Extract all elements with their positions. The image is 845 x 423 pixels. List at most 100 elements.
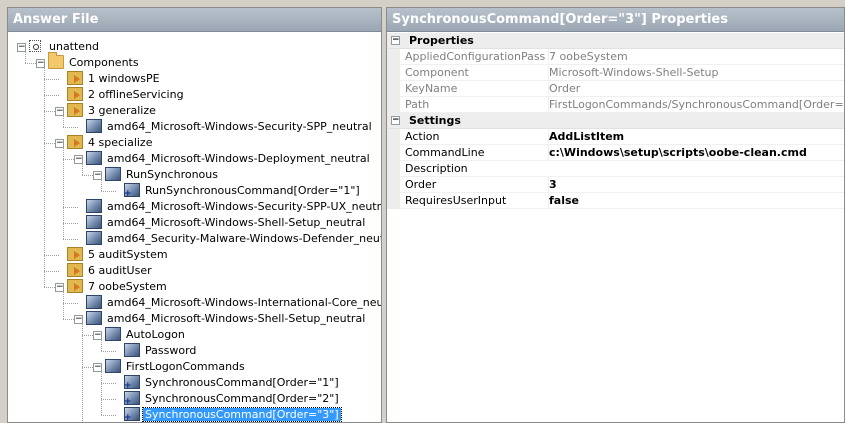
tree-node[interactable]: Components — [48, 52, 141, 71]
property-name: Component — [405, 66, 469, 79]
tree-node-label[interactable]: 4 specialize — [86, 136, 154, 149]
tree-connector — [101, 383, 116, 384]
tree-node-label[interactable]: SynchronousCommand[Order="1"] — [143, 376, 341, 389]
tree-node-label[interactable]: amd64_Microsoft-Windows-International-Co… — [105, 296, 381, 309]
tree-node[interactable]: RunSynchronous — [105, 167, 220, 183]
tree-connector — [44, 271, 59, 272]
tree-node[interactable]: AutoLogon — [105, 327, 187, 343]
collapse-toggle-icon[interactable]: − — [55, 107, 64, 116]
answer-file-tree[interactable]: unattend − Components −1 windowsPE 2 offline… — [8, 33, 381, 422]
collapse-toggle-icon[interactable]: − — [17, 43, 26, 52]
tree-node[interactable]: 6 auditUser — [67, 263, 154, 279]
tree-node-label[interactable]: amd64_Microsoft-Windows-Shell-Setup_neut… — [105, 312, 367, 325]
tree-node-label[interactable]: 2 offlineServicing — [86, 88, 186, 101]
tree-node[interactable]: SynchronousCommand[Order="3"] — [124, 407, 342, 422]
component-icon — [124, 343, 140, 357]
config-pass-icon — [67, 135, 83, 149]
tree-node[interactable]: 5 auditSystem — [67, 247, 170, 263]
tree-node[interactable]: unattend — [29, 39, 101, 55]
row-gutter — [387, 65, 400, 81]
tree-node[interactable]: amd64_Microsoft-Windows-Security-SPP-UX_… — [86, 199, 381, 215]
property-name: Path — [405, 98, 430, 111]
property-grid[interactable]: − Properties AppliedConfigurationPass 7 oob… — [387, 33, 844, 209]
collapse-toggle-icon[interactable]: − — [74, 155, 83, 164]
tree-node[interactable]: SynchronousCommand[Order="2"] — [124, 391, 341, 407]
tree-node-label[interactable]: amd64_Microsoft-Windows-Deployment_neutr… — [105, 152, 372, 165]
tree-node-label[interactable]: FirstLogonCommands — [124, 360, 247, 373]
tree-node-label[interactable]: SynchronousCommand[Order="2"] — [143, 392, 341, 405]
tree-node-label[interactable]: 5 auditSystem — [86, 248, 170, 261]
row-gutter — [387, 129, 400, 145]
component-icon — [105, 327, 121, 341]
tree-node[interactable]: 1 windowsPE — [67, 71, 162, 87]
tree-node-label[interactable]: 7 oobeSystem — [86, 280, 169, 293]
tree-node-label[interactable]: 6 auditUser — [86, 264, 154, 277]
property-row[interactable]: Order 3 — [387, 177, 844, 193]
tree-connector — [101, 399, 116, 400]
collapse-toggle-icon[interactable]: − — [93, 331, 102, 340]
tree-node-label[interactable]: amd64_Security-Malware-Windows-Defender_… — [105, 232, 381, 245]
tree-node[interactable]: FirstLogonCommands — [105, 359, 247, 375]
collapse-toggle-icon[interactable]: − — [93, 171, 102, 180]
tree-node-label[interactable]: AutoLogon — [124, 328, 187, 341]
tree-connector — [63, 116, 64, 127]
tree-node-label[interactable]: amd64_Microsoft-Windows-Security-SPP_neu… — [105, 120, 374, 133]
property-value: Microsoft-Windows-Shell-Setup — [548, 65, 844, 81]
tree-node[interactable]: RunSynchronousCommand[Order="1"] — [124, 183, 362, 199]
tree-node[interactable]: 2 offlineServicing — [67, 87, 186, 103]
property-value[interactable]: AddListItem — [548, 129, 844, 145]
collapse-toggle-icon[interactable]: − — [74, 315, 83, 324]
property-row[interactable]: RequiresUserInput false — [387, 193, 844, 209]
tree-node-label[interactable]: Password — [143, 344, 198, 357]
tree-node-label[interactable]: RunSynchronous — [124, 168, 220, 181]
tree-connector — [63, 127, 78, 128]
tree-node[interactable]: 7 oobeSystem — [67, 279, 169, 295]
config-pass-icon — [67, 87, 83, 101]
collapse-toggle-icon[interactable]: − — [391, 36, 400, 45]
collapse-toggle-icon[interactable]: − — [55, 283, 64, 292]
tree-node[interactable]: Password — [124, 343, 198, 359]
tree-connector — [44, 68, 45, 287]
list-item-icon — [124, 407, 140, 422]
list-item-icon — [124, 391, 140, 407]
tree-node-label[interactable]: Components — [67, 56, 141, 69]
tree-connector — [101, 180, 102, 191]
tree-node[interactable]: 3 generalize — [67, 103, 158, 119]
property-row[interactable]: CommandLine c:\Windows\setup\scripts\oobe… — [387, 145, 844, 161]
row-gutter — [387, 97, 400, 113]
component-icon — [86, 119, 102, 133]
tree-connector — [25, 52, 26, 63]
tree-node-label[interactable]: amd64_Microsoft-Windows-Shell-Setup_neut… — [105, 216, 367, 229]
tree-node-label[interactable]: RunSynchronousCommand[Order="1"] — [143, 184, 362, 197]
property-category[interactable]: − Properties — [387, 33, 844, 49]
property-value[interactable]: 3 — [548, 177, 844, 193]
collapse-toggle-icon[interactable]: − — [391, 116, 400, 125]
property-row[interactable]: Description — [387, 161, 844, 177]
collapse-toggle-icon[interactable]: − — [55, 139, 64, 148]
tree-node-label[interactable]: 3 generalize — [86, 104, 158, 117]
tree-node[interactable]: amd64_Microsoft-Windows-Shell-Setup_neut… — [86, 215, 367, 231]
collapse-toggle-icon[interactable]: − — [36, 59, 45, 68]
tree-connector — [44, 95, 59, 96]
tree-node[interactable]: amd64_Microsoft-Windows-Security-SPP_neu… — [86, 119, 374, 135]
property-value[interactable]: c:\Windows\setup\scripts\oobe-clean.cmd — [548, 145, 844, 161]
tree-node[interactable]: amd64_Microsoft-Windows-Shell-Setup_neut… — [86, 311, 367, 327]
row-gutter — [387, 161, 400, 177]
tree-node[interactable]: amd64_Microsoft-Windows-Deployment_neutr… — [86, 151, 372, 167]
answer-file-pane: Answer File unattend − Components −1 window… — [7, 7, 382, 423]
tree-node-label[interactable]: amd64_Microsoft-Windows-Security-SPP-UX_… — [105, 200, 381, 213]
collapse-toggle-icon[interactable]: − — [93, 363, 102, 372]
tree-node[interactable]: amd64_Microsoft-Windows-International-Co… — [86, 295, 381, 311]
category-label: Properties — [409, 34, 474, 47]
property-row[interactable]: Action AddListItem — [387, 129, 844, 145]
tree-node[interactable]: 4 specialize — [67, 135, 154, 151]
tree-node-label[interactable]: SynchronousCommand[Order="3"] — [142, 407, 342, 422]
property-value: Order — [548, 81, 844, 97]
tree-node[interactable]: SynchronousCommand[Order="1"] — [124, 375, 341, 391]
tree-node-label[interactable]: 1 windowsPE — [86, 72, 162, 85]
config-pass-icon — [67, 103, 83, 117]
property-category[interactable]: − Settings — [387, 113, 844, 129]
answer-file-header: Answer File — [8, 8, 381, 32]
tree-node[interactable]: amd64_Security-Malware-Windows-Defender_… — [86, 231, 381, 247]
property-value[interactable]: false — [548, 193, 844, 209]
